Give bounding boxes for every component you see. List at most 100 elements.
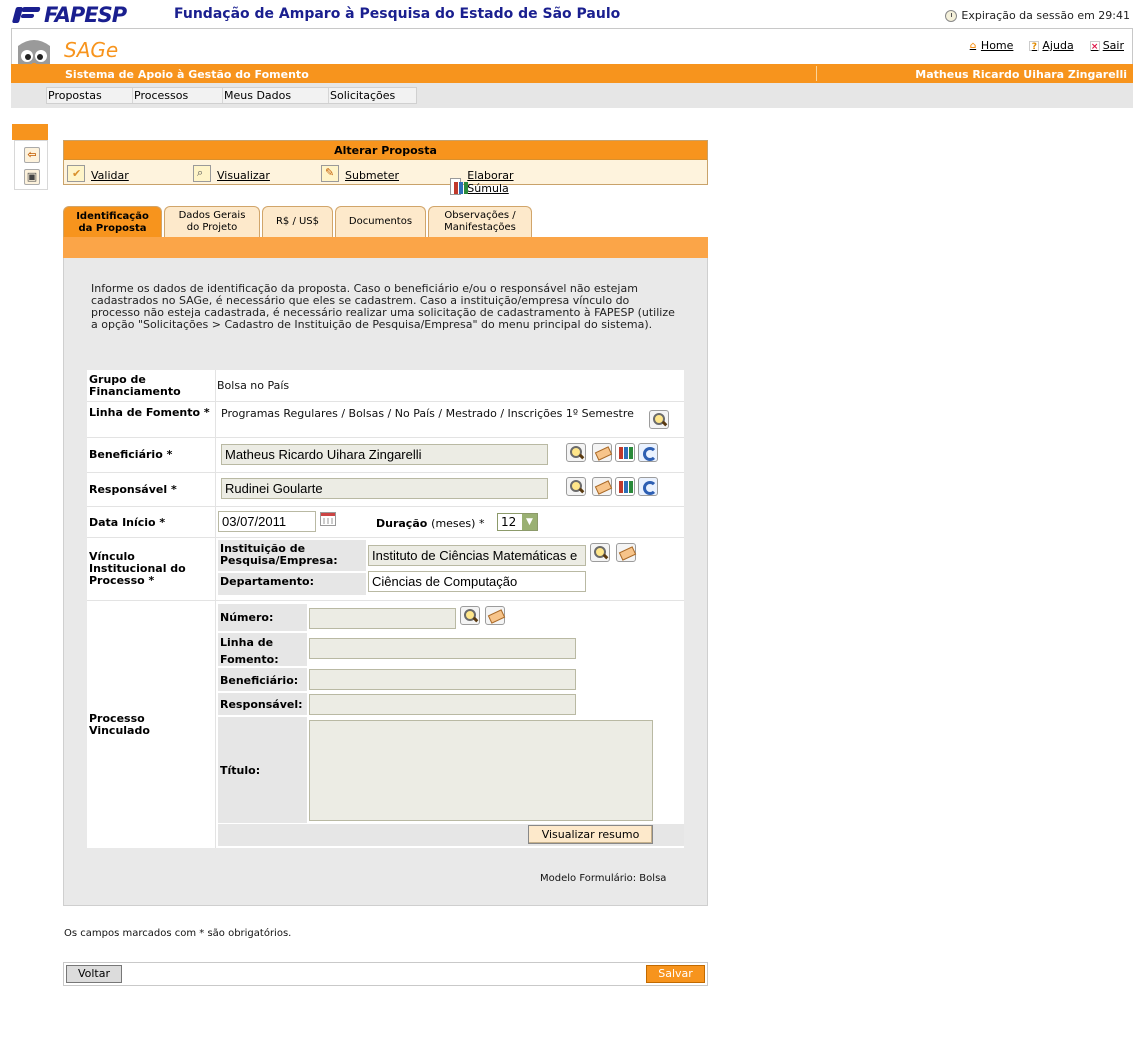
tab-label: R$ / US$ [275,216,320,227]
modelo-formulario: Modelo Formulário: Bolsa [540,873,667,884]
submeter-action[interactable]: ✎ Submeter [321,163,399,182]
voltar-button[interactable]: Voltar [66,965,122,983]
beneficiario-field[interactable]: Matheus Ricardo Uihara Zingarelli [221,444,548,465]
search-linha-icon[interactable] [649,410,669,429]
divider [87,506,684,507]
departamento-label: Departamento: [220,575,314,588]
home-link[interactable]: ⌂ Home [968,39,1014,52]
tab-label: Manifestações [444,222,516,233]
vinculo-label: Vínculo Institucional do Processo * [89,550,186,587]
fapesp-logo-text: FAPESP [44,3,127,27]
tab-label: da Proposta [78,222,147,234]
lattes-responsavel-icon[interactable] [638,477,658,496]
home-link-label: Home [980,39,1014,52]
duracao-value: 12 [501,515,517,529]
data-inicio-label: Data Início * [89,516,166,529]
responsavel-field[interactable]: Rudinei Goularte [221,478,548,499]
app-header [11,28,1133,64]
eraser-responsavel-icon[interactable] [592,477,612,496]
departamento-field[interactable]: Ciências de Computação [368,571,586,592]
duracao-label: Duração (meses) * [376,518,484,530]
books-beneficiario-icon[interactable] [615,443,635,462]
search-responsavel-icon[interactable] [566,477,586,496]
elaborar-sumula-link[interactable]: Elaborar Súmula [467,163,520,195]
divider [87,600,684,601]
menu-item-meus-dados[interactable]: Meus Dados [223,88,329,103]
responsavel-label: Responsável * [89,483,177,496]
org-title: Fundação de Amparo à Pesquisa do Estado … [174,6,621,22]
visualizar-action[interactable]: ⌕ Visualizar [193,163,270,182]
tab-label: Documentos [348,216,413,227]
linha-fomento-label: Linha de Fomento * [89,406,210,419]
data-inicio-field[interactable]: 03/07/2011 [218,511,316,532]
tab-label: Dados Gerais [178,210,246,221]
save-disk-icon[interactable]: ▣ [24,169,40,185]
salvar-button[interactable]: Salvar [646,965,705,983]
eraser-beneficiario-icon[interactable] [592,443,612,462]
instituicao-label: Instituição de Pesquisa/Empresa: [220,542,338,567]
duracao-select[interactable]: 12 ▼ [497,513,538,531]
chevron-down-icon: ▼ [522,514,537,530]
app-name: SAGe [64,38,119,62]
close-icon: × [1089,40,1100,52]
titulo-textarea[interactable] [309,720,653,821]
tab-identificacao[interactable]: Identificação da Proposta [63,206,162,238]
side-toolbar: ⇦ ▣ [14,140,48,190]
help-link[interactable]: ? Ajuda [1029,39,1074,52]
tab-documentos[interactable]: Documentos [335,206,426,237]
responsavel-vinc-field[interactable] [309,694,576,715]
books-responsavel-icon[interactable] [615,477,635,496]
validar-link[interactable]: Validar [91,163,129,182]
session-timer: Expiração da sessão em 29:41 [945,9,1130,22]
menu-item-solicitacoes[interactable]: Solicitações [329,88,416,103]
divider [87,537,684,538]
numero-field[interactable] [309,608,456,629]
bottom-bar [63,962,708,986]
beneficiario-label: Beneficiário * [89,448,173,461]
clock-icon [945,9,958,22]
tab-label: Observações / [444,210,516,221]
intro-text: Informe os dados de identificação da pro… [91,282,675,331]
search-beneficiario-icon[interactable] [566,443,586,462]
beneficiario-vinc-label: Beneficiário: [220,674,299,687]
tab-observacoes[interactable]: Observações / Manifestações [428,206,532,237]
instituicao-field[interactable]: Instituto de Ciências Matemáticas e [368,545,586,566]
tab-strip [63,237,708,258]
eraser-processo-icon[interactable] [485,606,505,625]
linha-fomento-vinc-field[interactable] [309,638,576,659]
menu-item-processos[interactable]: Processos [133,88,223,103]
help-link-label: Ajuda [1042,39,1074,52]
eraser-instituicao-icon[interactable] [616,543,636,562]
tab-label: Identificação [76,210,149,222]
numero-label: Número: [220,611,274,624]
visualizar-link[interactable]: Visualizar [217,163,270,182]
divider [215,370,216,848]
search-instituicao-icon[interactable] [590,543,610,562]
visualizar-resumo-button[interactable]: Visualizar resumo [528,825,653,844]
books-icon [450,178,462,195]
elaborar-sumula-action[interactable]: Elaborar Súmula [450,163,520,195]
grupo-label: Grupo de Financiamento [89,373,181,398]
tab-dados-gerais[interactable]: Dados Gerais do Projeto [164,206,260,237]
side-toolbar-tab [12,124,48,140]
exit-link[interactable]: × Sair [1089,39,1124,52]
divider [87,437,684,438]
help-icon: ? [1029,40,1040,52]
validar-action[interactable]: ✔ Validar [67,163,129,182]
beneficiario-vinc-field[interactable] [309,669,576,690]
menu-item-propostas[interactable]: Propostas [47,88,133,103]
search-processo-icon[interactable] [460,606,480,625]
preview-icon: ⌕ [193,165,211,182]
lattes-beneficiario-icon[interactable] [638,443,658,462]
fapesp-logo-icon [11,6,42,24]
duracao-label-text: Duração [376,517,428,530]
titulo-label: Título: [220,764,261,777]
tab-rs-uss[interactable]: R$ / US$ [262,206,333,237]
tab-label: do Projeto [186,222,238,233]
top-links: ⌂ Home ? Ajuda × Sair [968,39,1124,52]
back-arrow-icon[interactable]: ⇦ [24,147,40,163]
identificacao-form: Grupo de Financiamento Bolsa no País Lin… [87,370,684,848]
fapesp-logo: FAPESP [11,3,127,27]
submeter-link[interactable]: Submeter [345,163,399,182]
calendar-icon[interactable] [320,512,336,526]
